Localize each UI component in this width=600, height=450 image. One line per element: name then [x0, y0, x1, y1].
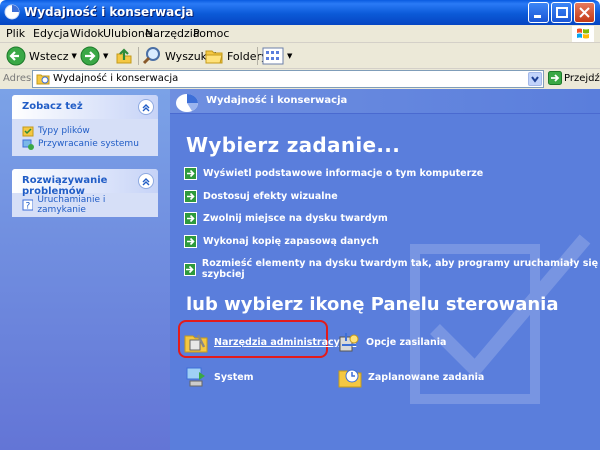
admin-tools-icon [184, 334, 208, 353]
menu-edit[interactable]: Edycja [33, 27, 69, 40]
cp-admin-tools[interactable]: Narzędzia administracyjne [184, 331, 356, 353]
green-arrow-icon [184, 235, 197, 248]
address-bar: Adres Wydajność i konserwacja Przejdź [0, 69, 600, 89]
task-link-free-space[interactable]: Zwolnij miejsce na dysku twardym [184, 212, 388, 225]
power-options-icon [339, 333, 359, 352]
views-dropdown-icon[interactable]: ▼ [287, 52, 292, 60]
address-dropdown-button[interactable] [528, 72, 542, 86]
address-value: Wydajność i konserwacja [53, 73, 179, 84]
task-link-visual-effects[interactable]: Dostosuj efekty wizualne [184, 190, 338, 203]
forward-button[interactable]: ▼ [80, 46, 108, 66]
toolbar: Wstecz ▼ ▼ Wyszukaj Foldery ▼ [0, 43, 600, 69]
cp-system[interactable]: System [184, 366, 254, 388]
see-also-header[interactable]: Zobacz też [12, 95, 158, 119]
address-label: Adres [3, 73, 32, 84]
troubleshoot-panel: Rozwiązywanie problemów ? Uruchamianie i… [12, 169, 158, 217]
back-dropdown-icon[interactable]: ▼ [72, 52, 77, 60]
views-button[interactable]: ▼ [262, 46, 292, 66]
task-link-basic-info[interactable]: Wyświetl podstawowe informacje o tym kom… [184, 167, 483, 180]
window-title: Wydajność i konserwacja [24, 5, 194, 19]
cp-power-options[interactable]: Opcje zasilania [338, 331, 446, 353]
minimize-icon [534, 15, 541, 18]
forward-dropdown-icon[interactable]: ▼ [103, 52, 108, 60]
see-also-title: Zobacz też [22, 101, 83, 112]
chevron-up-icon [142, 178, 150, 186]
sidebar-link-file-types[interactable]: Typy plików [22, 124, 150, 137]
system-restore-icon [22, 139, 34, 150]
scheduled-tasks-icon [338, 369, 362, 388]
file-types-icon [22, 126, 34, 136]
green-arrow-icon [184, 167, 197, 180]
views-icon [262, 47, 284, 65]
go-arrow-icon [548, 71, 562, 85]
task-link-defragment[interactable]: Rozmieść elementy na dysku twardym tak, … [184, 258, 600, 280]
troubleshoot-header[interactable]: Rozwiązywanie problemów [12, 169, 158, 197]
green-arrow-icon [184, 212, 197, 225]
chevron-down-icon [531, 76, 539, 83]
up-folder-icon [116, 48, 132, 64]
maximize-button[interactable] [551, 2, 572, 23]
sidebar: Zobacz też Typy plików Przywracanie syst… [0, 89, 170, 450]
go-label: Przejdź [564, 72, 600, 84]
collapse-button[interactable] [138, 173, 154, 189]
back-arrow-icon [6, 46, 26, 66]
green-arrow-icon [184, 262, 196, 276]
see-also-panel: Zobacz też Typy plików Przywracanie syst… [12, 95, 158, 156]
maximize-icon [556, 7, 568, 18]
main-content: Wydajność i konserwacja Wybierz zadanie.… [170, 89, 600, 450]
forward-arrow-icon [80, 46, 100, 66]
menu-file[interactable]: Plik [6, 27, 25, 40]
green-arrow-icon [184, 190, 197, 203]
close-button[interactable] [574, 2, 595, 23]
search-icon [142, 47, 160, 65]
performance-icon [4, 4, 20, 20]
collapse-button[interactable] [138, 99, 154, 115]
category-title: Wydajność i konserwacja [206, 95, 348, 106]
system-icon [186, 367, 205, 387]
menu-bar: Plik Edycja Widok Ulubione Narzędzia Pom… [0, 25, 600, 43]
folders-icon [205, 50, 223, 64]
folder-icon [36, 74, 50, 85]
menu-help[interactable]: Pomoc [193, 27, 229, 40]
cp-scheduled-tasks[interactable]: Zaplanowane zadania [338, 366, 484, 388]
category-header: Wydajność i konserwacja [170, 89, 600, 114]
help-icon: ? [22, 199, 34, 211]
back-button[interactable]: Wstecz ▼ [6, 46, 77, 66]
watermark-icon [410, 234, 591, 404]
svg-text:?: ? [26, 201, 31, 211]
up-folder-button[interactable] [114, 46, 134, 66]
menu-view[interactable]: Widok [70, 27, 104, 40]
windows-logo-icon [572, 26, 594, 42]
minimize-button[interactable] [528, 2, 549, 23]
title-bar[interactable]: Wydajność i konserwacja [0, 0, 600, 25]
go-button[interactable]: Przejdź [548, 71, 600, 85]
address-input[interactable]: Wydajność i konserwacja [32, 70, 544, 88]
task-link-backup[interactable]: Wykonaj kopię zapasową danych [184, 235, 379, 248]
menu-tools[interactable]: Narzędzia [145, 27, 200, 40]
page-title: Wybierz zadanie... [186, 133, 401, 157]
control-panel-subheading: lub wybierz ikonę Panelu sterowania [186, 294, 559, 315]
sidebar-link-startup-shutdown[interactable]: ? Uruchamianie i zamykanie [22, 195, 150, 215]
close-icon [579, 7, 590, 18]
performance-category-icon [176, 94, 198, 112]
sidebar-link-system-restore[interactable]: Przywracanie systemu [22, 137, 150, 150]
chevron-up-icon [142, 104, 150, 112]
back-label: Wstecz [29, 49, 69, 63]
